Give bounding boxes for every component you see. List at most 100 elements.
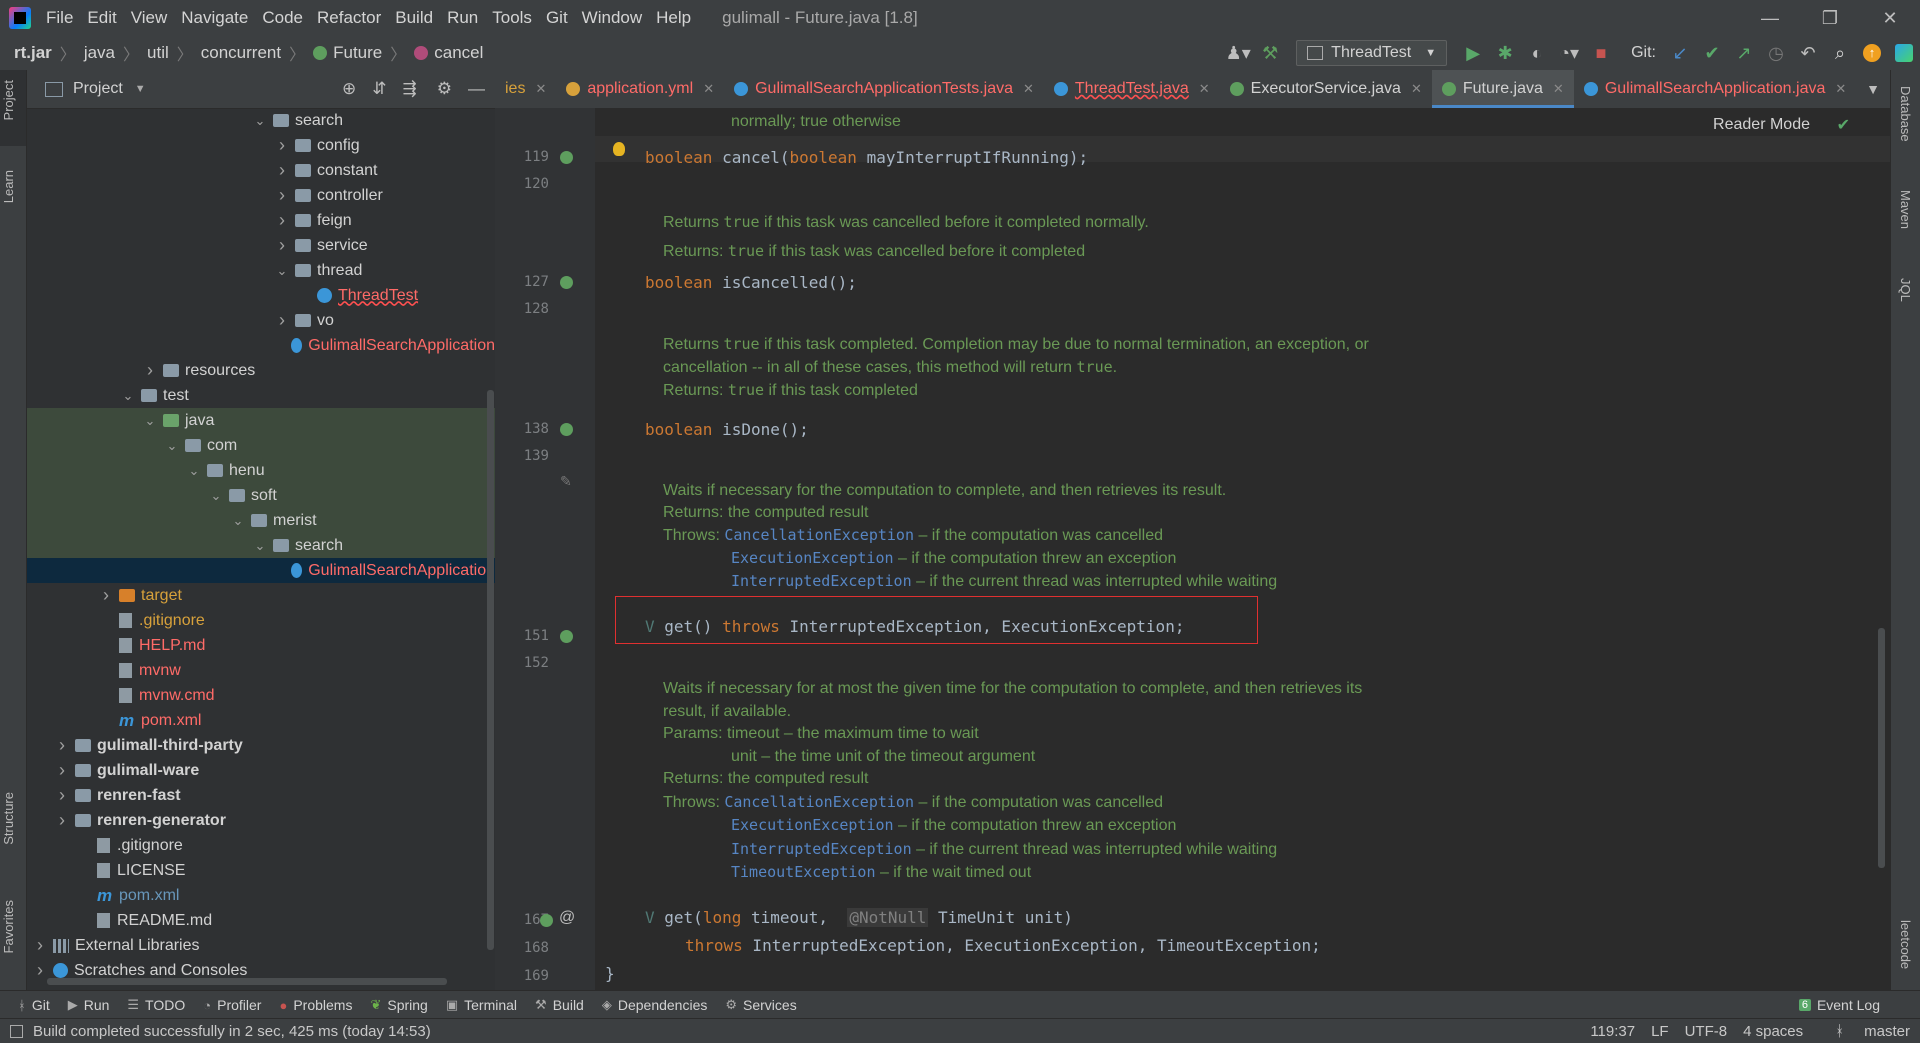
run-icon[interactable]: ▶: [1460, 40, 1486, 66]
expanded-chevron-icon[interactable]: ⌄: [253, 113, 267, 129]
editor-tab[interactable]: ThreadTest.java ✕: [1044, 70, 1220, 108]
collapsed-chevron-icon[interactable]: ›: [33, 935, 47, 956]
close-window-button[interactable]: ✕: [1860, 0, 1920, 36]
tool-tab-git[interactable]: ᚼ Git: [18, 997, 50, 1013]
editor-tab[interactable]: Future.java ✕: [1431, 70, 1574, 108]
tree-node[interactable]: ⌄ search: [27, 533, 495, 558]
collapsed-chevron-icon[interactable]: ›: [275, 235, 289, 256]
breadcrumb-concurrent[interactable]: concurrent: [201, 43, 281, 63]
menu-file[interactable]: File: [39, 8, 80, 28]
tree-node[interactable]: › config: [27, 133, 495, 158]
tree-node[interactable]: GulimallSearchApplication: [27, 558, 495, 583]
status-message[interactable]: Build completed successfully in 2 sec, 4…: [33, 1023, 431, 1040]
tree-node[interactable]: › service: [27, 233, 495, 258]
tree-node[interactable]: m pom.xml: [27, 883, 495, 908]
tree-node[interactable]: › vo: [27, 308, 495, 333]
plugin-logo-icon[interactable]: [1891, 40, 1917, 66]
file-encoding[interactable]: UTF-8: [1685, 1023, 1728, 1040]
reader-mode-toggle[interactable]: Reader Mode: [1713, 116, 1810, 134]
breadcrumb-jar[interactable]: rt.jar: [14, 43, 52, 63]
implemented-marker-icon[interactable]: [560, 151, 573, 164]
horizontal-scrollbar[interactable]: [47, 978, 447, 985]
close-tab-icon[interactable]: ✕: [1199, 81, 1210, 97]
editor-tab[interactable]: ies ✕: [495, 70, 556, 108]
leetcode-tool-tab[interactable]: leetcode: [1898, 920, 1913, 969]
profile-icon[interactable]: ◔▾: [1556, 40, 1582, 66]
editor-tab[interactable]: ExecutorService.java ✕: [1220, 70, 1432, 108]
expanded-chevron-icon[interactable]: ⌄: [275, 263, 289, 279]
tree-node[interactable]: › constant: [27, 158, 495, 183]
tree-node[interactable]: mvnw: [27, 658, 495, 683]
collapsed-chevron-icon[interactable]: ›: [143, 360, 157, 381]
database-tool-tab[interactable]: Database: [1898, 86, 1913, 142]
menu-build[interactable]: Build: [388, 8, 440, 28]
menu-help[interactable]: Help: [649, 8, 698, 28]
caret-position[interactable]: 119:37: [1590, 1023, 1635, 1040]
updates-icon[interactable]: ↑: [1859, 40, 1885, 66]
menu-code[interactable]: Code: [255, 8, 310, 28]
tree-node[interactable]: ThreadTest: [27, 283, 495, 308]
close-tab-icon[interactable]: ✕: [1023, 81, 1034, 97]
collapsed-chevron-icon[interactable]: ›: [55, 810, 69, 831]
breadcrumb-future[interactable]: Future: [313, 43, 382, 63]
project-tool-tab[interactable]: Project: [1, 80, 16, 120]
restore-button[interactable]: ❐: [1800, 0, 1860, 36]
implemented-marker-icon[interactable]: [560, 630, 573, 643]
expand-all-icon[interactable]: ⇵: [372, 79, 386, 99]
tool-tab-services[interactable]: ⚙ Services: [725, 997, 796, 1013]
learn-tool-tab[interactable]: Learn: [1, 170, 16, 203]
line-separator[interactable]: LF: [1651, 1023, 1669, 1040]
menu-tools[interactable]: Tools: [485, 8, 539, 28]
breadcrumb-java[interactable]: java: [84, 43, 115, 63]
chevron-down-icon[interactable]: ▼: [135, 83, 146, 95]
collapsed-chevron-icon[interactable]: ›: [33, 960, 47, 981]
run-config-select[interactable]: ThreadTest ▼: [1296, 40, 1448, 66]
tree-node[interactable]: ⌄ henu: [27, 458, 495, 483]
tree-node[interactable]: ⌄ com: [27, 433, 495, 458]
tool-tab-run[interactable]: ▶ Run: [68, 997, 110, 1013]
tree-node[interactable]: m pom.xml: [27, 708, 495, 733]
user-icon[interactable]: ♟▾: [1225, 40, 1251, 66]
menu-edit[interactable]: Edit: [80, 8, 123, 28]
editor-tab[interactable]: GulimallSearchApplication.java ✕: [1574, 70, 1856, 108]
tree-node[interactable]: ⌄ java: [27, 408, 495, 433]
collapsed-chevron-icon[interactable]: ›: [275, 135, 289, 156]
tree-node[interactable]: › renren-fast: [27, 783, 495, 808]
menu-git[interactable]: Git: [539, 8, 575, 28]
tree-node[interactable]: ⌄ search: [27, 108, 495, 133]
collapsed-chevron-icon[interactable]: ›: [55, 735, 69, 756]
minimize-button[interactable]: —: [1740, 0, 1800, 36]
editor-tab[interactable]: application.yml ✕: [556, 70, 724, 108]
build-hammer-icon[interactable]: ⚒: [1257, 40, 1283, 66]
git-commit-icon[interactable]: ✔: [1699, 40, 1725, 66]
tool-tab-problems[interactable]: ● Problems: [279, 997, 352, 1013]
menu-navigate[interactable]: Navigate: [174, 8, 255, 28]
jql-tool-tab[interactable]: JQL: [1898, 278, 1913, 302]
favorites-tool-tab[interactable]: Favorites: [1, 900, 16, 953]
tab-list-chevron-icon[interactable]: ▼: [1866, 81, 1880, 97]
collapsed-chevron-icon[interactable]: ›: [275, 160, 289, 181]
locate-icon[interactable]: ⊕: [342, 79, 356, 99]
tool-tab-todo[interactable]: ☰ TODO: [127, 997, 185, 1013]
tree-node[interactable]: › controller: [27, 183, 495, 208]
hide-panel-icon[interactable]: —: [468, 79, 485, 99]
editor-scrollbar[interactable]: [1878, 628, 1885, 868]
tool-tab-spring[interactable]: ❦ Spring: [370, 997, 427, 1013]
collapsed-chevron-icon[interactable]: ›: [99, 585, 113, 606]
menu-run[interactable]: Run: [440, 8, 485, 28]
tree-node[interactable]: ⌄ soft: [27, 483, 495, 508]
edit-pencil-icon[interactable]: ✎: [560, 473, 572, 490]
debug-icon[interactable]: ✱: [1492, 40, 1518, 66]
implemented-marker-icon[interactable]: [560, 276, 573, 289]
tree-node[interactable]: ⌄ thread: [27, 258, 495, 283]
tree-node[interactable]: LICENSE: [27, 858, 495, 883]
menu-refactor[interactable]: Refactor: [310, 8, 388, 28]
close-tab-icon[interactable]: ✕: [703, 81, 714, 97]
collapse-all-icon[interactable]: ⇶: [403, 79, 417, 99]
tree-node[interactable]: › target: [27, 583, 495, 608]
close-tab-icon[interactable]: ✕: [1835, 81, 1846, 97]
indent-setting[interactable]: 4 spaces: [1743, 1023, 1803, 1040]
tree-node[interactable]: › renren-generator: [27, 808, 495, 833]
expanded-chevron-icon[interactable]: ⌄: [187, 463, 201, 479]
expanded-chevron-icon[interactable]: ⌄: [209, 488, 223, 504]
